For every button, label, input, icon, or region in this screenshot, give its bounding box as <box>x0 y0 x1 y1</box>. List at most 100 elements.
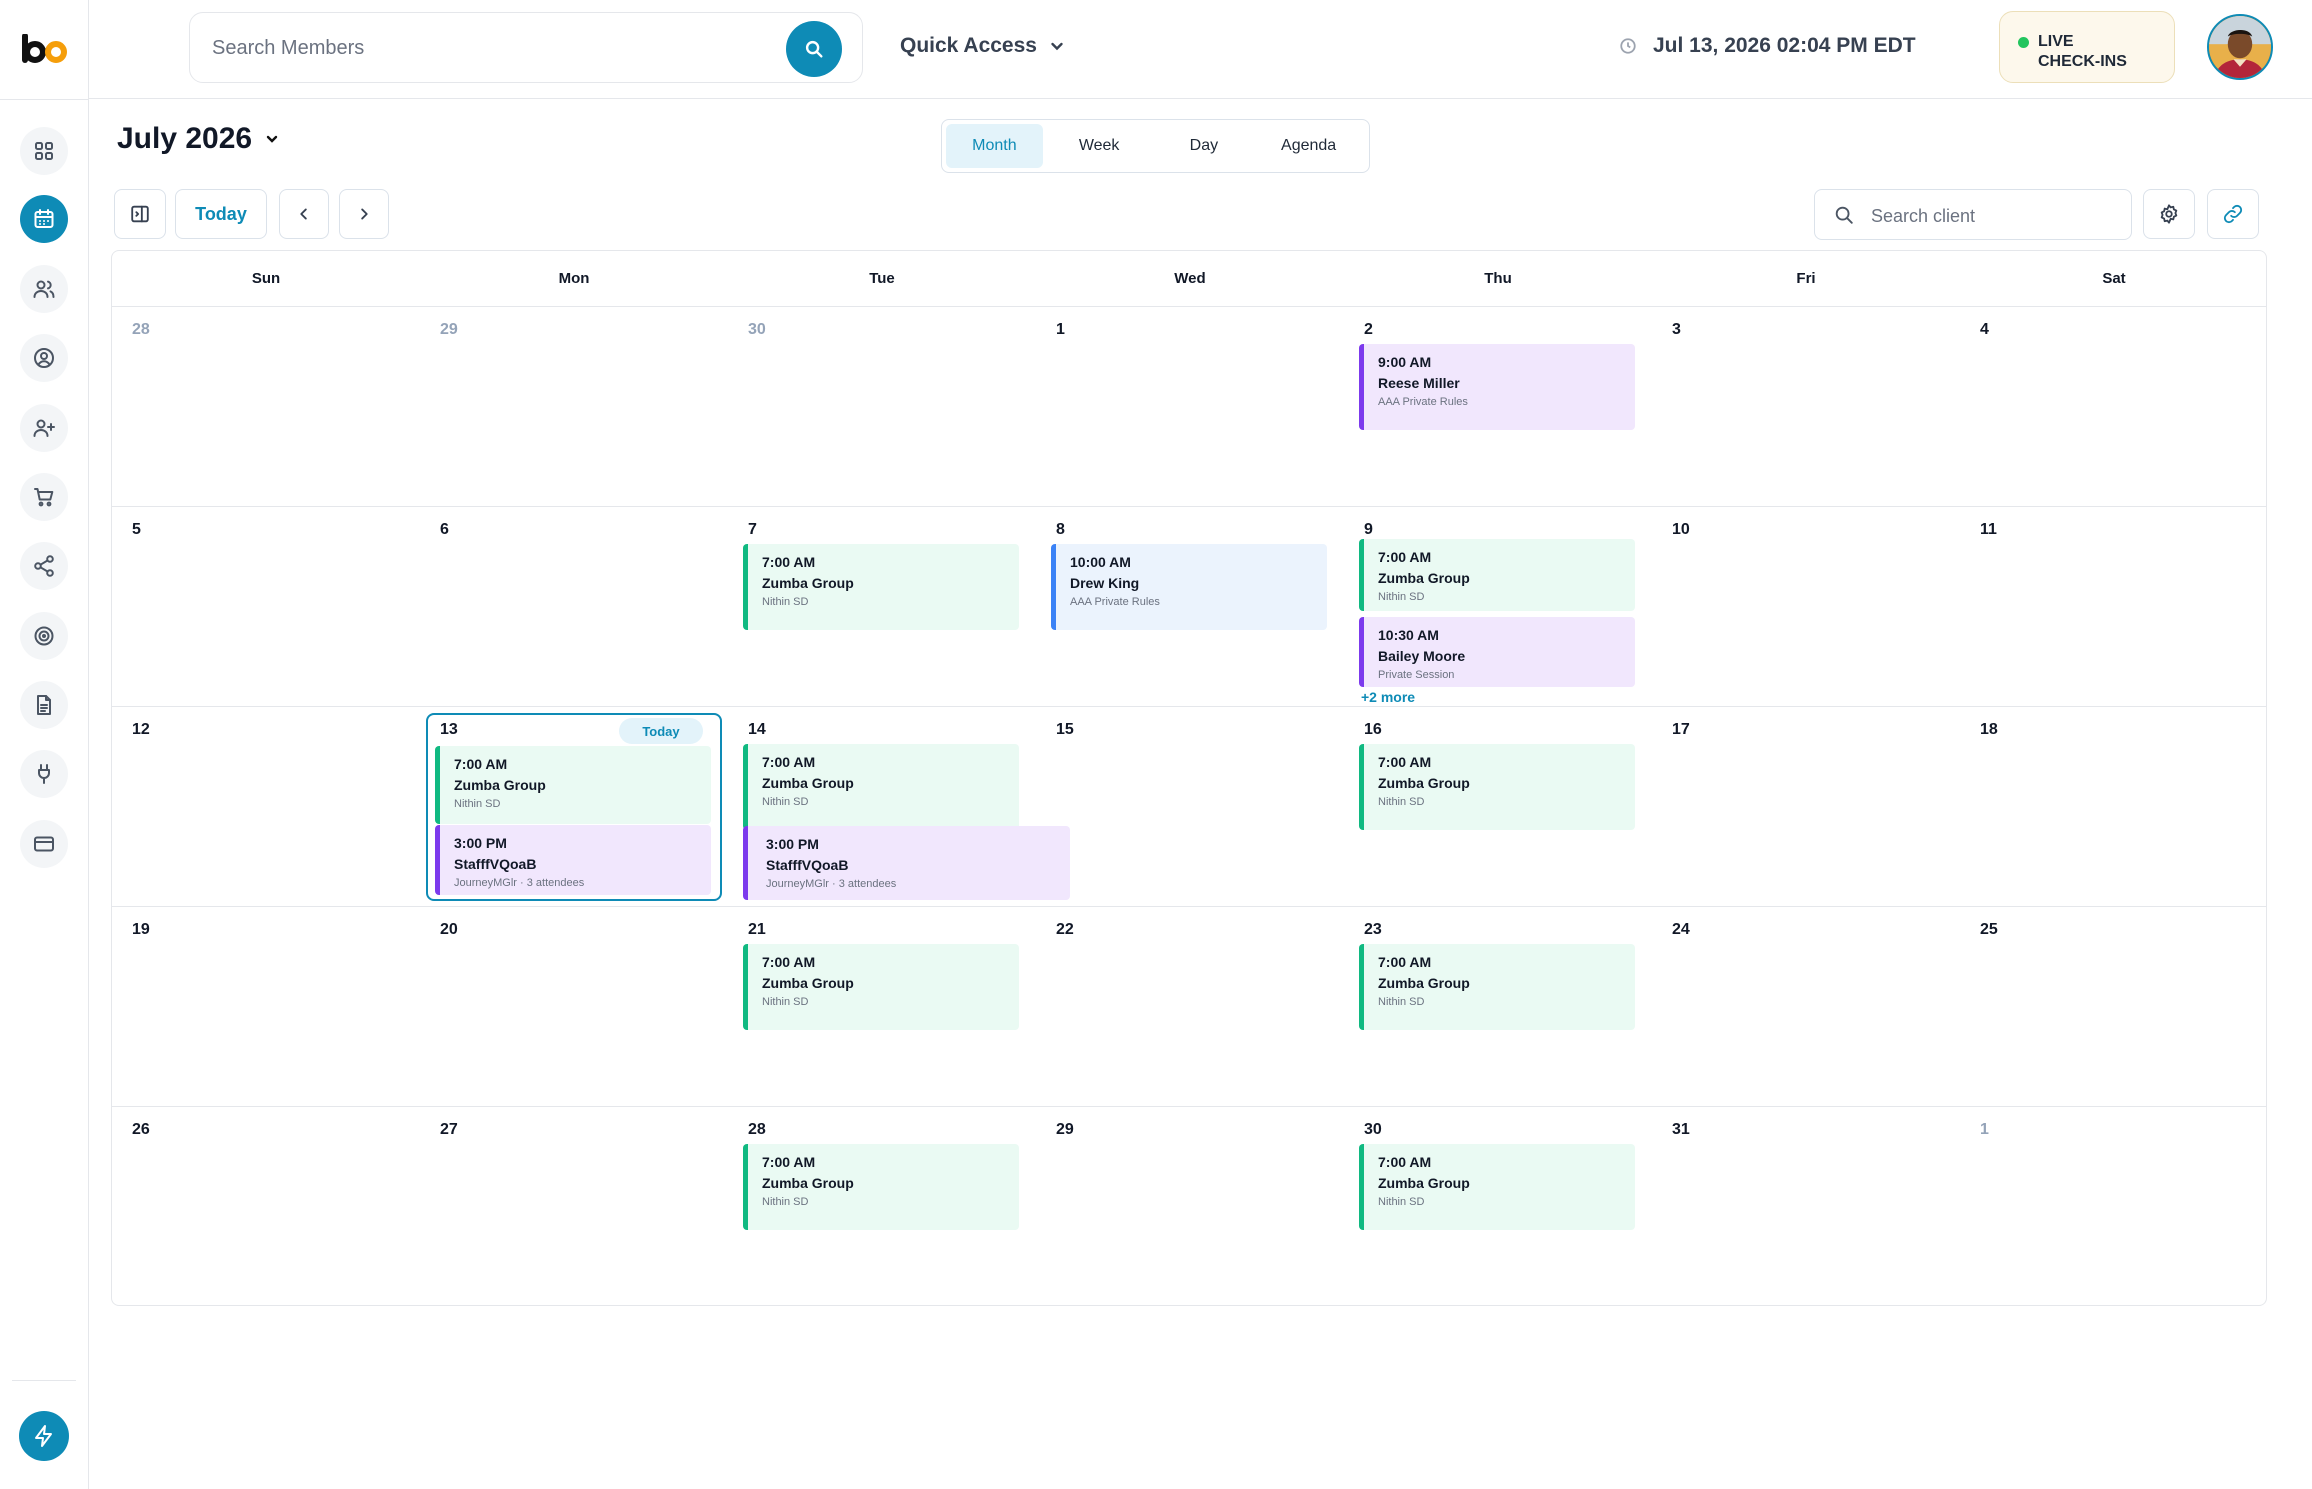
calendar-event[interactable]: 7:00 AM Zumba Group Nithin SD <box>1359 1144 1635 1230</box>
calendar-event[interactable]: 3:00 PM StafffVQoaB JourneyMGlr · 3 atte… <box>743 826 1070 900</box>
day-number[interactable]: 10 <box>1672 521 1690 539</box>
day-number[interactable]: 16 <box>1364 721 1382 739</box>
live-checkins-button[interactable]: LIVE CHECK-INS <box>1999 11 2175 83</box>
day-number[interactable]: 9 <box>1364 521 1373 539</box>
day-number[interactable]: 7 <box>748 521 757 539</box>
chevron-right-icon <box>361 208 368 220</box>
calendar-event[interactable]: 10:00 AM Drew King AAA Private Rules <box>1051 544 1327 630</box>
day-number[interactable]: 31 <box>1672 1121 1690 1139</box>
calendar-event[interactable]: 7:00 AM Zumba Group Nithin SD <box>743 544 1019 630</box>
nav-dashboard[interactable] <box>20 127 68 175</box>
day-number[interactable]: 11 <box>1980 521 1997 539</box>
day-number[interactable]: 13 <box>440 721 458 739</box>
day-number[interactable]: 27 <box>440 1121 458 1139</box>
day-number[interactable]: 5 <box>132 521 141 539</box>
day-number[interactable]: 25 <box>1980 921 1998 939</box>
event-title: Zumba Group <box>454 777 546 793</box>
calendar-event[interactable]: 7:00 AM Zumba Group Nithin SD <box>1359 944 1635 1030</box>
prev-month-button[interactable] <box>279 189 329 239</box>
day-number[interactable]: 28 <box>132 321 150 339</box>
calendar-event[interactable]: 7:00 AM Zumba Group Nithin SD <box>1359 539 1635 611</box>
calendar-event[interactable]: 10:30 AM Bailey Moore Private Session <box>1359 617 1635 687</box>
day-number[interactable]: 15 <box>1056 721 1074 739</box>
nav-members[interactable] <box>20 265 68 313</box>
nav-share[interactable] <box>20 542 68 590</box>
event-title: Bailey Moore <box>1378 648 1466 664</box>
day-number[interactable]: 29 <box>440 321 458 339</box>
member-search <box>189 12 863 83</box>
nav-calendar[interactable] <box>20 195 68 243</box>
day-number[interactable]: 12 <box>132 721 150 739</box>
day-number[interactable]: 2 <box>1364 321 1373 339</box>
day-number[interactable]: 29 <box>1056 1121 1074 1139</box>
quick-action-button[interactable] <box>19 1411 69 1461</box>
user-avatar[interactable] <box>2207 14 2273 80</box>
members-icon <box>33 280 55 298</box>
day-number[interactable]: 8 <box>1056 521 1065 539</box>
day-number[interactable]: 24 <box>1672 921 1690 939</box>
view-agenda-tab[interactable]: Agenda <box>1260 124 1357 168</box>
calendar-event[interactable]: 7:00 AM Zumba Group Nithin SD <box>743 744 1019 830</box>
day-number[interactable]: 14 <box>748 721 766 739</box>
day-number[interactable]: 19 <box>132 921 150 939</box>
day-number[interactable]: 23 <box>1364 921 1382 939</box>
top-header: Quick Access Jul 13, 2026 02:04 PM EDT L… <box>89 0 2312 99</box>
day-number[interactable]: 6 <box>440 521 449 539</box>
view-day-tab[interactable]: Day <box>1156 124 1253 168</box>
day-number[interactable]: 26 <box>132 1121 150 1139</box>
day-number[interactable]: 28 <box>748 1121 766 1139</box>
day-number[interactable]: 18 <box>1980 721 1998 739</box>
client-search-input[interactable] <box>1871 204 2111 228</box>
day-number[interactable]: 17 <box>1672 721 1690 739</box>
member-search-input[interactable] <box>212 33 752 63</box>
event-title: StafffVQoaB <box>454 856 537 872</box>
calendar-event[interactable]: 7:00 AM Zumba Group Nithin SD <box>743 944 1019 1030</box>
day-number[interactable]: 21 <box>748 921 766 939</box>
nav-billing[interactable] <box>20 820 68 868</box>
day-number[interactable]: 30 <box>1364 1121 1382 1139</box>
chevron-left-icon <box>300 208 307 220</box>
weekday-sun: Sun <box>251 270 281 287</box>
calendar-event[interactable]: 3:00 PM StafffVQoaB JourneyMGlr · 3 atte… <box>435 825 711 895</box>
lightning-icon <box>35 1425 52 1447</box>
event-title: Zumba Group <box>762 1175 854 1191</box>
month-title: July 2026 <box>117 122 253 155</box>
weekday-fri: Fri <box>1796 270 1816 287</box>
member-search-button[interactable] <box>786 21 842 77</box>
event-time: 10:30 AM <box>1378 627 1439 643</box>
day-number[interactable]: 3 <box>1672 321 1681 339</box>
view-week-tab[interactable]: Week <box>1051 124 1148 168</box>
quick-access-label: Quick Access <box>900 34 1037 57</box>
next-month-button[interactable] <box>339 189 389 239</box>
share-link-button[interactable] <box>2207 189 2259 239</box>
calendar-event[interactable]: 9:00 AM Reese Miller AAA Private Rules <box>1359 344 1635 430</box>
day-number[interactable]: 20 <box>440 921 458 939</box>
day-number[interactable]: 4 <box>1980 321 1989 339</box>
nav-add-user[interactable] <box>20 404 68 452</box>
day-number[interactable]: 1 <box>1056 321 1065 339</box>
day-number[interactable]: 1 <box>1980 1121 1989 1139</box>
event-subtitle: Nithin SD <box>1378 996 1425 1008</box>
nav-target[interactable] <box>20 612 68 660</box>
calendar-event[interactable]: 7:00 AM Zumba Group Nithin SD <box>435 746 711 824</box>
live-status-dot <box>2018 37 2029 48</box>
link-icon <box>2223 204 2243 224</box>
nav-profile[interactable] <box>20 334 68 382</box>
nav-documents[interactable] <box>20 681 68 729</box>
calendar-settings-button[interactable] <box>2143 189 2195 239</box>
day-number[interactable]: 30 <box>748 321 766 339</box>
nav-integrations[interactable] <box>20 750 68 798</box>
calendar-event[interactable]: 7:00 AM Zumba Group Nithin SD <box>743 1144 1019 1230</box>
view-month-tab[interactable]: Month <box>946 124 1043 168</box>
nav-cart[interactable] <box>20 473 68 521</box>
event-subtitle: Nithin SD <box>762 1196 809 1208</box>
today-button[interactable]: Today <box>175 189 267 239</box>
event-subtitle: Nithin SD <box>762 596 809 608</box>
more-events-link[interactable]: +2 more <box>1361 689 1415 705</box>
day-number[interactable]: 22 <box>1056 921 1074 939</box>
toggle-panel-button[interactable] <box>114 189 166 239</box>
quick-access-dropdown[interactable]: Quick Access <box>900 34 1065 58</box>
brand-logo[interactable] <box>22 34 70 64</box>
calendar-event[interactable]: 7:00 AM Zumba Group Nithin SD <box>1359 744 1635 830</box>
month-selector[interactable]: July 2026 <box>117 122 280 156</box>
